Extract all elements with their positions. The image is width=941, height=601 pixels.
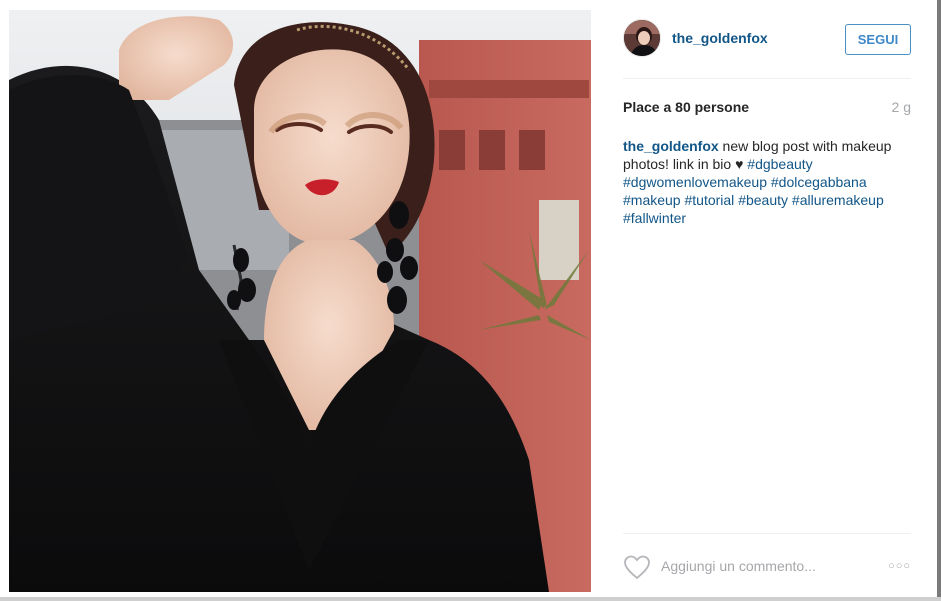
comment-input[interactable] [661,554,871,578]
post-footer: ○○○ [623,548,911,584]
hashtag-link[interactable]: #fallwinter [623,210,686,226]
post-header: the_goldenfox SEGUI [623,16,911,60]
post-photo[interactable] [9,10,591,592]
avatar-image [624,20,660,56]
heart-outline-icon[interactable] [623,554,651,580]
hashtag-link[interactable]: #dgbeauty [747,156,812,172]
more-options-icon[interactable]: ○○○ [885,558,911,574]
post-photo-illustration [9,10,591,592]
hashtag-link[interactable]: #beauty [738,192,788,208]
hashtag-link[interactable]: #makeup [623,192,681,208]
avatar[interactable] [623,19,661,57]
post-username[interactable]: the_goldenfox [672,30,768,46]
follow-button[interactable]: SEGUI [845,24,911,55]
caption-username[interactable]: the_goldenfox [623,138,719,154]
window-edge-right [937,0,941,601]
likes-row: Place a 80 persone 2 g [623,99,911,117]
post-time[interactable]: 2 g [892,99,911,115]
likes-count[interactable]: Place a 80 persone [623,99,749,115]
post-sidebar: the_goldenfox SEGUI Place a 80 persone 2… [591,0,937,601]
hashtag-link[interactable]: #alluremakeup [792,192,884,208]
hashtag-link[interactable]: #dgwomenlovemakeup [623,174,767,190]
hashtag-link[interactable]: #tutorial [684,192,734,208]
post-caption: the_goldenfox new blog post with makeup … [623,137,913,227]
hashtag-link[interactable]: #dolcegabbana [771,174,867,190]
header-divider [623,78,911,79]
footer-divider [623,533,911,534]
